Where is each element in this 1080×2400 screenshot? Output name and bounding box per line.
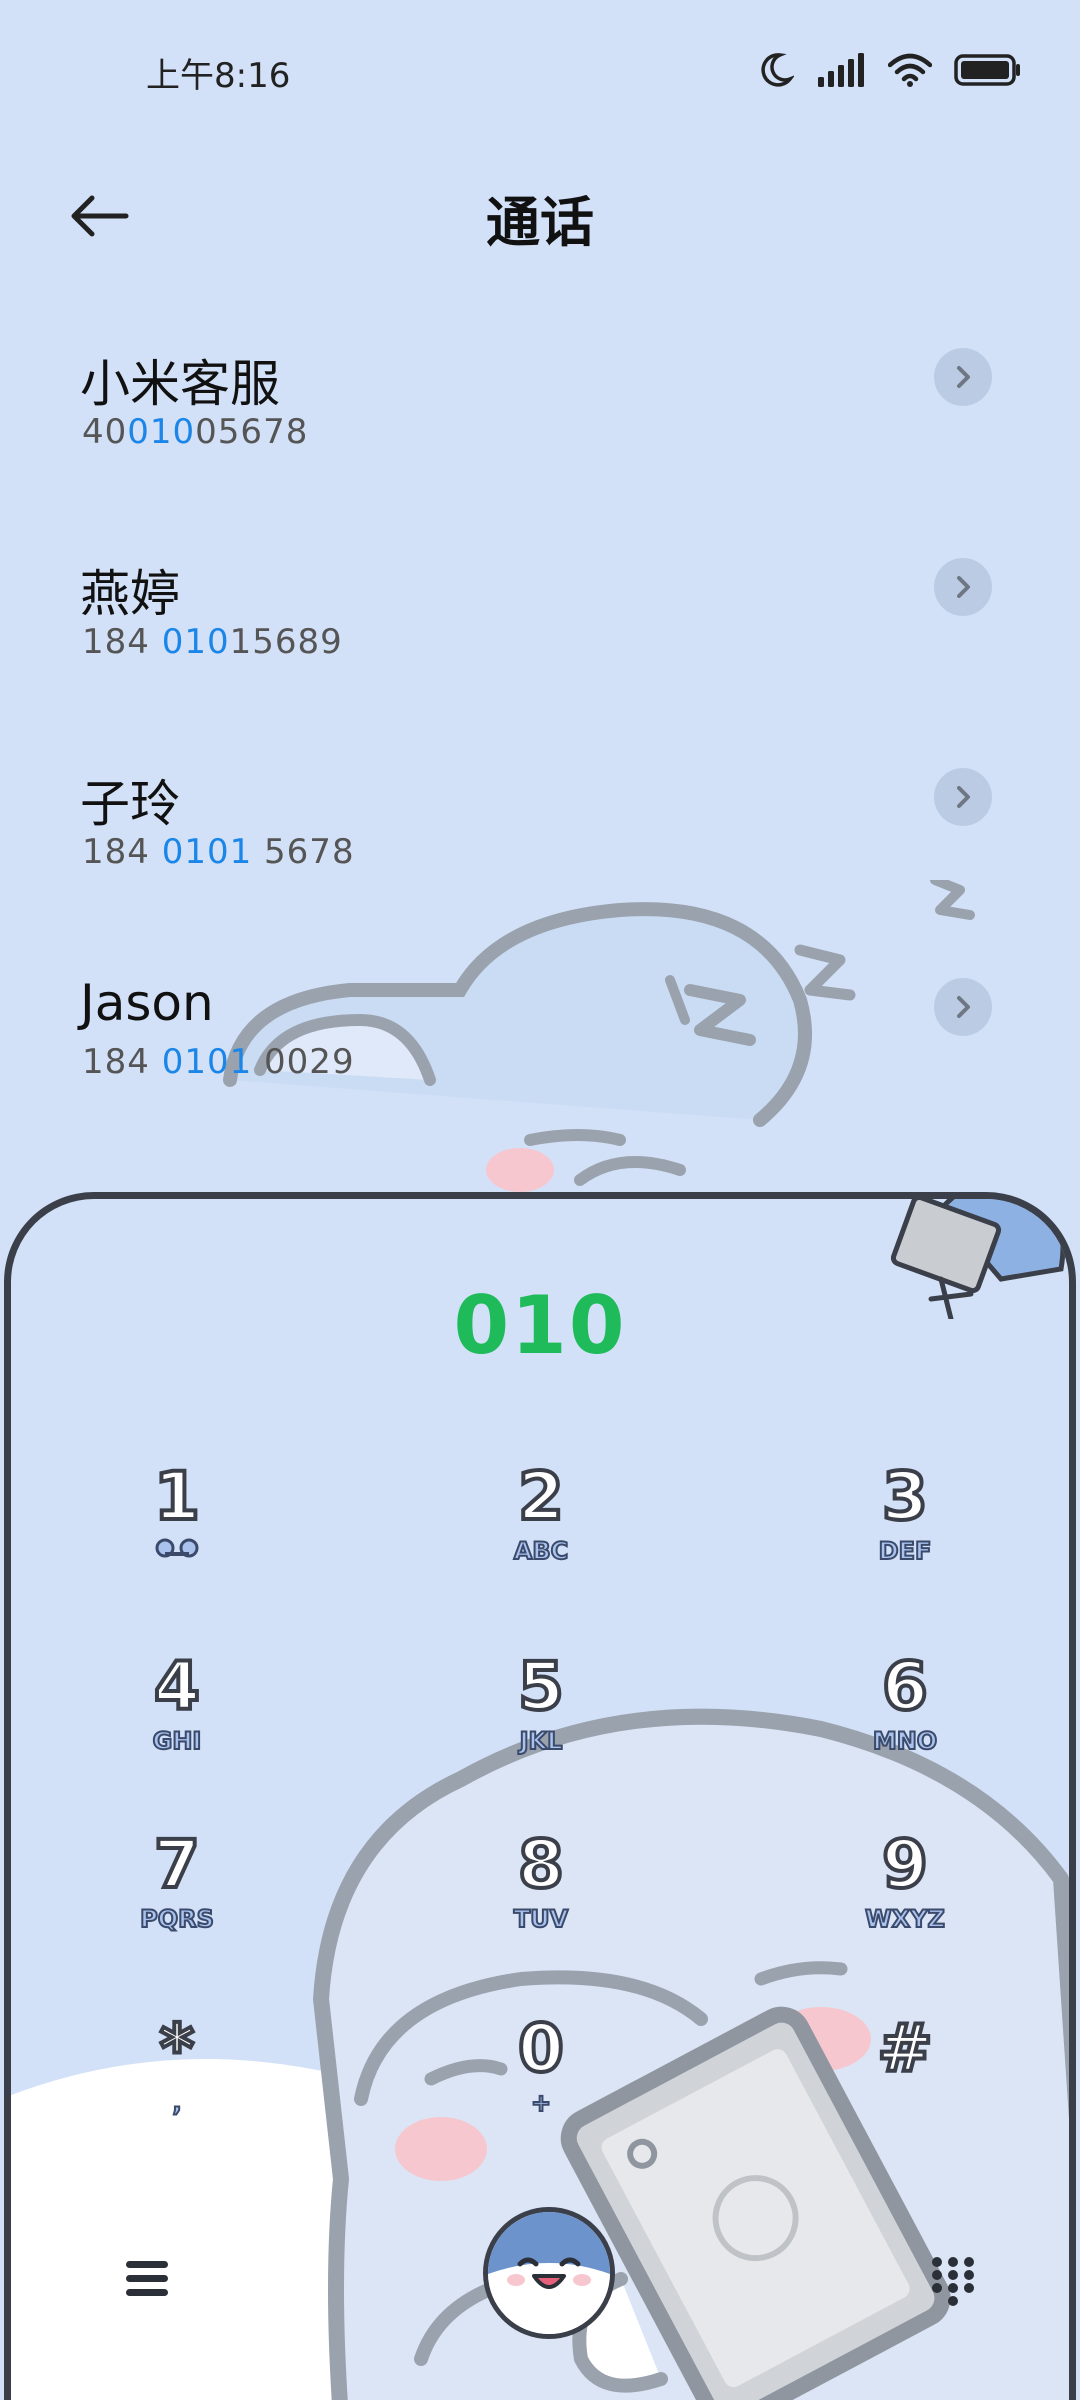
number-highlight: 010 — [127, 412, 196, 452]
contact-name: 燕婷 — [80, 565, 180, 623]
dialed-number-display: 010 — [453, 1279, 627, 1372]
key-0[interactable]: 0 + — [441, 2009, 641, 2161]
contact-name: Jason — [80, 974, 214, 1032]
key-2[interactable]: 2 ABC — [441, 1457, 641, 1609]
voicemail-icon — [153, 1537, 201, 1565]
key-1[interactable]: 1 — [77, 1457, 277, 1609]
menu-button[interactable] — [111, 2243, 183, 2315]
number-highlight: 0101 — [161, 1042, 253, 1082]
contact-detail-button[interactable] — [934, 978, 992, 1036]
call-icon — [488, 2212, 610, 2334]
contact-detail-button[interactable] — [934, 558, 992, 616]
page-title: 通话 — [486, 191, 594, 254]
status-icons — [758, 48, 1022, 92]
header: 通话 — [0, 140, 1080, 280]
contact-results-list: 小米客服 4001005678 燕婷 184 01015689 子玲 184 0… — [0, 320, 1080, 1200]
status-time: 上午8:16 — [146, 56, 291, 96]
contact-number: 184 01015689 — [82, 622, 343, 662]
contact-name: 子玲 — [80, 775, 180, 833]
key-star[interactable]: * , — [77, 2009, 277, 2161]
key-6[interactable]: 6 MNO — [805, 1647, 1005, 1799]
key-7[interactable]: 7 PQRS — [77, 1825, 277, 1977]
key-4[interactable]: 4 GHI — [77, 1647, 277, 1799]
key-hash[interactable]: # — [805, 2009, 1005, 2161]
contact-row[interactable]: Jason 184 0101 0029 — [0, 960, 1080, 1170]
key-3[interactable]: 3 DEF — [805, 1457, 1005, 1609]
menu-icon — [126, 2261, 168, 2296]
status-bar: 上午8:16 — [0, 0, 1080, 140]
moon-icon — [761, 53, 794, 87]
dialpad-bottom-bar — [11, 2199, 1069, 2400]
keypad-toggle-button[interactable] — [917, 2245, 989, 2317]
contact-detail-button[interactable] — [934, 768, 992, 826]
contact-number: 184 0101 0029 — [82, 1042, 355, 1082]
battery-icon — [954, 54, 1020, 86]
key-8[interactable]: 8 TUV — [441, 1825, 641, 1977]
call-button[interactable] — [483, 2207, 615, 2339]
key-9[interactable]: 9 WXYZ — [805, 1825, 1005, 1977]
contact-number: 4001005678 — [82, 412, 309, 452]
key-5[interactable]: 5 JKL — [441, 1647, 641, 1799]
chevron-right-icon — [957, 786, 970, 808]
contact-detail-button[interactable] — [934, 348, 992, 406]
contact-row[interactable]: 小米客服 4001005678 — [0, 330, 1080, 540]
contact-number: 184 0101 5678 — [82, 832, 355, 872]
chevron-right-icon — [957, 366, 970, 388]
chevron-right-icon — [957, 576, 970, 598]
wifi-icon — [888, 53, 932, 87]
contact-row[interactable]: 燕婷 184 01015689 — [0, 540, 1080, 750]
number-highlight: 0101 — [161, 832, 253, 872]
signal-icon — [818, 53, 864, 87]
number-highlight: 010 — [161, 622, 230, 662]
keypad-icon — [932, 2257, 974, 2306]
contact-row[interactable]: 子玲 184 0101 5678 — [0, 750, 1080, 960]
chevron-right-icon — [957, 996, 970, 1018]
contact-name: 小米客服 — [80, 355, 280, 413]
dialpad-panel: 010 1 2 ABC 3 DEF 4 GHI 5 JKL 6 MNO 7 PQ… — [4, 1192, 1076, 2400]
